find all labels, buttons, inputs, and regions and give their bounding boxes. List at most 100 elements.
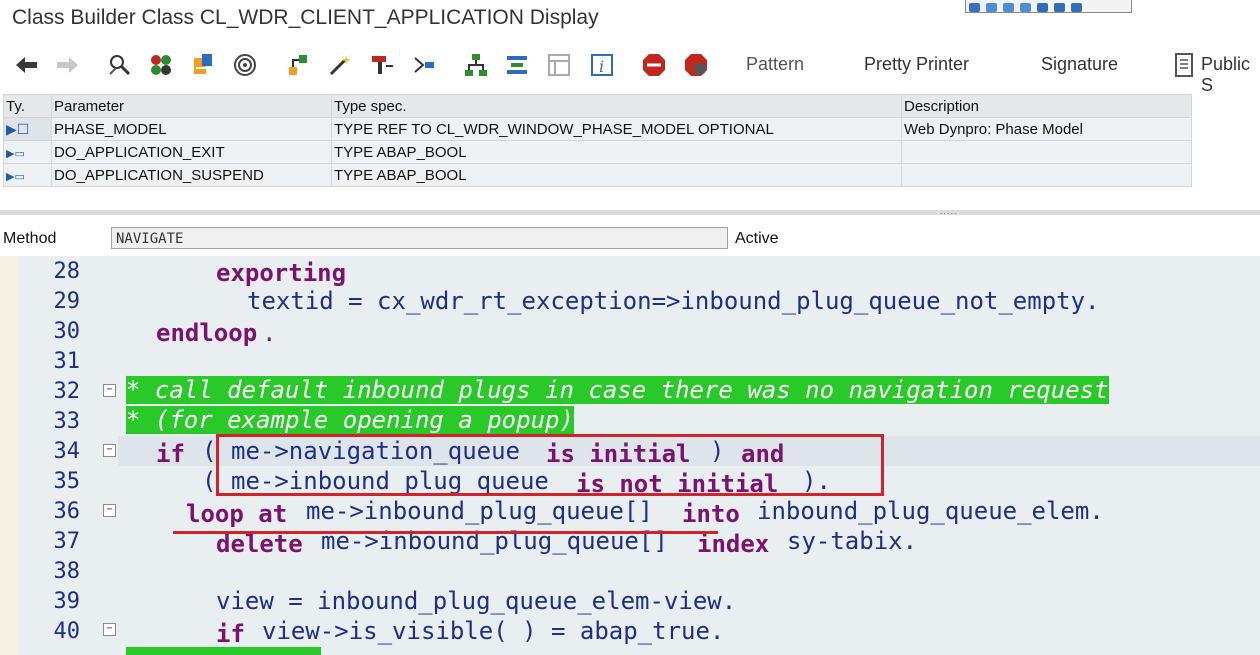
line-number: 29: [53, 289, 81, 314]
active-inactive-icon[interactable]: [148, 52, 174, 78]
forward-icon[interactable]: [55, 52, 81, 78]
parameter-name[interactable]: PHASE_MODEL: [51, 117, 332, 141]
code-paren: (: [202, 467, 217, 495]
parameter-table-area: Ty. Parameter Type spec. Description ▶☐ …: [0, 94, 1260, 212]
table-row[interactable]: ▶☐ PHASE_MODEL TYPE REF TO CL_WDR_WINDOW…: [3, 117, 1192, 141]
line-number: 33: [53, 409, 81, 434]
where-used-icon[interactable]: [232, 52, 258, 78]
code-comment: * (for example opening a popup): [126, 406, 574, 434]
line-number: 34: [53, 439, 81, 464]
session-breakpoint-icon[interactable]: [683, 52, 709, 78]
line-number: 36: [53, 499, 81, 524]
parameter-typespec[interactable]: TYPE ABAP_BOOL: [331, 140, 902, 164]
code-keyword: if: [216, 620, 245, 648]
fold-toggle-icon[interactable]: −: [103, 444, 116, 457]
code-comment-partial: [126, 647, 321, 655]
editor-margin: [0, 256, 19, 655]
method-bar: Method NAVIGATE Active: [0, 222, 1260, 254]
keyboard-icon[interactable]: [1037, 3, 1048, 12]
code-keyword: delete: [216, 530, 303, 558]
line-number: 40: [53, 619, 81, 644]
method-label: Method: [3, 230, 57, 247]
wand-icon[interactable]: [327, 52, 353, 78]
code-expression: inbound_plug_queue_elem.: [757, 497, 1104, 525]
code-line: view = inbound_plug_queue_elem-view.: [216, 587, 737, 615]
method-status: Active: [735, 230, 779, 247]
code-comment: * call default inbound plugs in case the…: [126, 376, 1109, 404]
title-bar: Class Builder Class CL_WDR_CLIENT_APPLIC…: [0, 0, 1260, 40]
sap-logo-icon: [969, 3, 980, 12]
table-header-row: Ty. Parameter Type spec. Description: [3, 94, 1192, 118]
code-keyword: loop at: [186, 500, 288, 528]
document-icon: [1175, 53, 1193, 77]
system-tray[interactable]: [965, 0, 1132, 13]
pattern-button[interactable]: Pattern: [746, 54, 804, 75]
code-paren: (: [202, 437, 217, 465]
navigation-icon[interactable]: [411, 52, 437, 78]
help-icon[interactable]: [986, 3, 997, 12]
refresh-icon[interactable]: [1003, 3, 1014, 12]
fold-toggle-icon[interactable]: −: [103, 623, 116, 636]
code-line: textid = cx_wdr_rt_exception=>inbound_pl…: [247, 287, 1100, 315]
info-icon[interactable]: i: [589, 52, 615, 78]
code-period: .: [262, 319, 277, 347]
code-line: view->is_visible( ) = abap_true.: [262, 617, 725, 645]
align-icon[interactable]: [504, 52, 530, 78]
menu-icon[interactable]: [1071, 3, 1082, 12]
layout-icon[interactable]: [546, 52, 572, 78]
stop-breakpoint-icon[interactable]: [641, 52, 667, 78]
back-icon[interactable]: [13, 52, 39, 78]
line-number: 30: [53, 319, 81, 344]
parameter-typespec[interactable]: TYPE REF TO CL_WDR_WINDOW_PHASE_MODEL OP…: [331, 117, 902, 141]
column-header-parameter[interactable]: Parameter: [51, 94, 332, 118]
importing-icon: ▶▭: [3, 163, 52, 187]
hierarchy-icon[interactable]: [285, 52, 311, 78]
splitter-grip-icon[interactable]: .....: [940, 206, 958, 216]
line-number: 32: [53, 379, 81, 404]
line-number: 38: [53, 559, 81, 584]
table-row[interactable]: ▶▭ DO_APPLICATION_EXIT TYPE ABAP_BOOL: [3, 140, 1192, 164]
parameter-name[interactable]: DO_APPLICATION_EXIT: [51, 140, 332, 164]
settings-icon[interactable]: [1054, 3, 1065, 12]
code-expression: me->inbound_plug_queue[]: [306, 497, 653, 525]
parameter-name[interactable]: DO_APPLICATION_SUSPEND: [51, 163, 332, 187]
importing-icon: ▶▭: [3, 140, 52, 164]
column-header-description[interactable]: Description: [901, 94, 1192, 118]
jump-icon[interactable]: [369, 52, 395, 78]
code-editor[interactable]: 28 29 30 31 32 33 34 35 36 37 38 39 40 −…: [0, 256, 1260, 655]
link-icon[interactable]: [1020, 3, 1031, 12]
annotation-box: [216, 434, 884, 496]
importing-icon: ▶☐: [3, 117, 52, 141]
parameter-description[interactable]: [901, 140, 1192, 164]
code-keyword: into: [682, 500, 740, 528]
line-number: 37: [53, 529, 81, 554]
column-header-type[interactable]: Ty.: [3, 94, 52, 118]
tree-icon[interactable]: [463, 52, 489, 78]
object-list-icon[interactable]: [190, 52, 216, 78]
column-header-typespec[interactable]: Type spec.: [331, 94, 902, 118]
window-title: Class Builder Class CL_WDR_CLIENT_APPLIC…: [12, 6, 599, 29]
fold-toggle-icon[interactable]: −: [103, 504, 116, 517]
signature-button[interactable]: Signature: [1041, 54, 1118, 75]
display-change-icon[interactable]: [107, 52, 133, 78]
code-keyword: exporting: [216, 259, 347, 287]
parameter-typespec[interactable]: TYPE ABAP_BOOL: [331, 163, 902, 187]
line-number: 28: [53, 259, 81, 284]
line-number: 31: [53, 349, 81, 374]
parameter-table: Ty. Parameter Type spec. Description ▶☐ …: [3, 94, 1192, 187]
code-expression: sy-tabix.: [787, 527, 918, 555]
fold-toggle-icon[interactable]: −: [103, 384, 116, 397]
annotation-underline: [173, 531, 718, 534]
code-keyword: if: [156, 440, 185, 468]
line-number: 35: [53, 469, 81, 494]
svg-text:i: i: [599, 57, 604, 76]
parameter-description[interactable]: [901, 163, 1192, 187]
code-keyword: index: [697, 530, 770, 558]
pretty-printer-button[interactable]: Pretty Printer: [864, 54, 969, 75]
method-name-field[interactable]: NAVIGATE: [111, 227, 728, 249]
splitter-bar[interactable]: [0, 210, 1260, 215]
line-number: 39: [53, 589, 81, 614]
parameter-description[interactable]: Web Dynpro: Phase Model: [901, 117, 1192, 141]
table-row[interactable]: ▶▭ DO_APPLICATION_SUSPEND TYPE ABAP_BOOL: [3, 163, 1192, 187]
public-section-button[interactable]: Public S: [1201, 54, 1260, 96]
